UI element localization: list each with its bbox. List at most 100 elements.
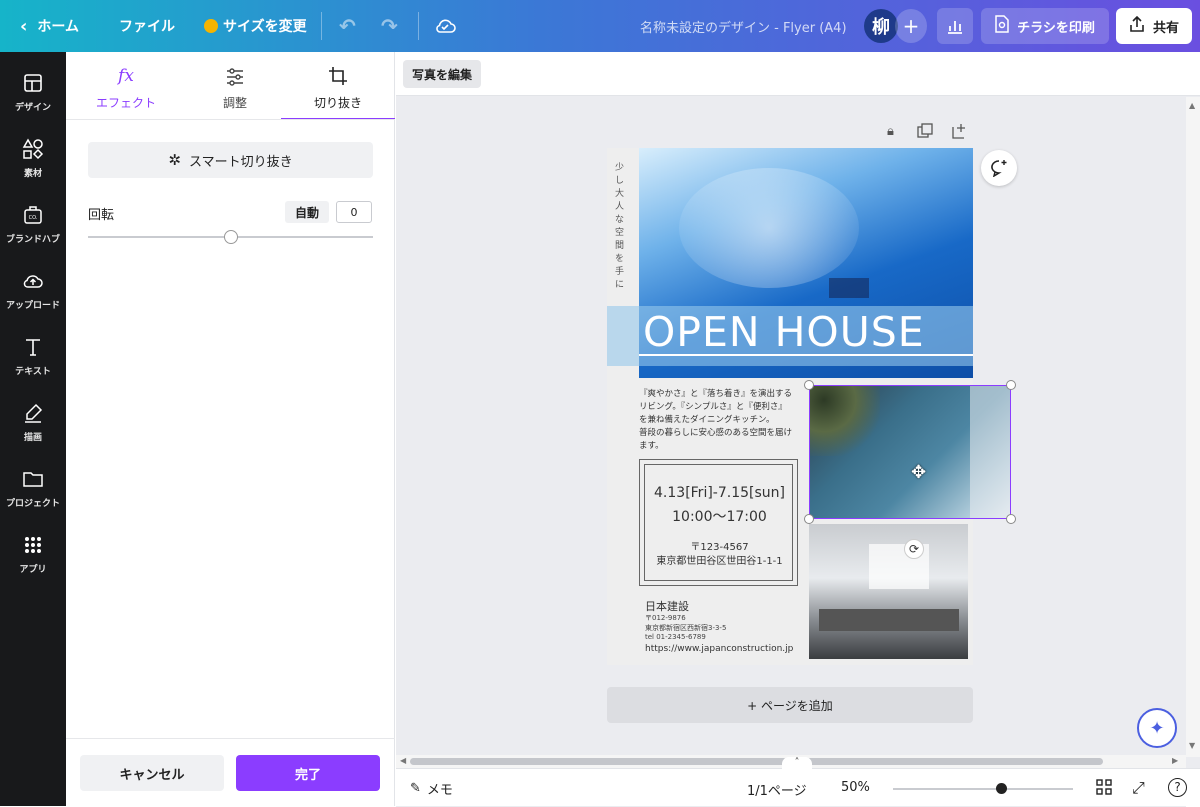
brand-icon: CO. bbox=[24, 206, 42, 224]
file-menu[interactable]: ファイル bbox=[119, 0, 175, 52]
pen-icon bbox=[25, 403, 43, 423]
nav-design[interactable]: デザイン bbox=[0, 64, 66, 124]
cloud-upload-icon bbox=[23, 275, 43, 288]
nav-upload[interactable]: アップロード bbox=[0, 262, 66, 322]
nav-apps[interactable]: アプリ bbox=[0, 526, 66, 586]
vertical-scrollbar[interactable]: ▲ ▼ bbox=[1186, 97, 1200, 757]
nav-upload-label: アップロード bbox=[5, 301, 60, 311]
crop-handle-bottom-left[interactable] bbox=[804, 514, 814, 524]
tab-crop[interactable]: 切り抜き bbox=[281, 52, 395, 120]
grid-view-icon[interactable] bbox=[1096, 779, 1114, 797]
scroll-down-arrow-icon[interactable]: ▼ bbox=[1189, 741, 1195, 750]
undo-icon[interactable]: ↶ bbox=[339, 0, 356, 52]
nav-projects[interactable]: プロジェクト bbox=[0, 460, 66, 520]
add-page-icon[interactable] bbox=[951, 123, 967, 139]
headline-underline bbox=[639, 354, 973, 356]
tab-effects-label: エフェクト bbox=[95, 96, 156, 110]
event-hours: 10:00〜17:00 bbox=[672, 509, 767, 525]
analytics-icon[interactable] bbox=[937, 8, 973, 44]
duplicate-icon[interactable] bbox=[917, 123, 933, 139]
crop-handle-top-right[interactable] bbox=[1006, 380, 1016, 390]
resize-button[interactable]: サイズを変更 bbox=[204, 0, 307, 52]
add-page-button[interactable]: + ページを追加 bbox=[607, 687, 973, 723]
tab-adjust[interactable]: 調整 bbox=[183, 52, 287, 120]
done-button[interactable]: 完了 bbox=[236, 755, 380, 791]
headline-open-house[interactable]: OPEN HOUSE bbox=[643, 308, 925, 356]
tab-effects[interactable]: fx エフェクト bbox=[74, 52, 178, 120]
home-label: ホーム bbox=[37, 19, 80, 35]
auto-rotate-button[interactable]: 自動 bbox=[285, 201, 329, 223]
redo-icon[interactable]: ↷ bbox=[381, 0, 398, 52]
notes-button[interactable]: ✎ メモ bbox=[410, 779, 453, 798]
company-name[interactable]: 日本建設 bbox=[645, 598, 689, 614]
event-dates: 4.13[Fri]-7.15[sun] bbox=[654, 485, 785, 501]
folder-icon bbox=[23, 472, 43, 487]
layout-icon bbox=[24, 74, 42, 92]
company-url[interactable]: https://www.japanconstruction.jp bbox=[645, 644, 793, 654]
zoom-slider-thumb[interactable] bbox=[996, 783, 1007, 794]
body-line: 『爽やかさ』と『落ち着き』を演出する bbox=[639, 389, 793, 399]
date-frame[interactable]: 4.13[Fri]-7.15[sun] 10:00〜17:00 〒123-456… bbox=[639, 459, 798, 586]
side-panel: fx エフェクト 調整 切り抜き ✲ スマート切り抜き 回転 自動 0 キャンセ… bbox=[66, 52, 395, 806]
company-address[interactable]: 東京都新宿区西新宿3-3-5 bbox=[645, 623, 726, 633]
print-flyer-button[interactable]: チラシを印刷 bbox=[981, 8, 1109, 44]
apps-grid-icon bbox=[25, 537, 41, 553]
notes-label: メモ bbox=[426, 783, 453, 798]
shapes-icon bbox=[22, 138, 44, 160]
rotation-value-input[interactable]: 0 bbox=[336, 201, 372, 223]
notes-icon: ✎ bbox=[410, 781, 421, 796]
crop-handle-top-left[interactable] bbox=[804, 380, 814, 390]
nav-brand-hub-label: ブランドハブ bbox=[5, 235, 60, 245]
vertical-tagline[interactable]: 少し大人な空間を手に bbox=[615, 162, 629, 292]
nav-elements[interactable]: 素材 bbox=[0, 130, 66, 190]
zoom-slider-track[interactable] bbox=[893, 788, 1073, 790]
home-button[interactable]: ‹ ホーム bbox=[20, 0, 79, 52]
svg-text:CO.: CO. bbox=[29, 215, 38, 221]
scroll-right-arrow-icon[interactable]: ▶ bbox=[1172, 756, 1178, 765]
avatar[interactable]: 柳 bbox=[864, 9, 898, 43]
crown-icon bbox=[204, 19, 218, 33]
nav-text[interactable]: テキスト bbox=[0, 328, 66, 388]
move-icon[interactable]: ✥ bbox=[911, 462, 926, 483]
smart-crop-label: スマート切り抜き bbox=[188, 154, 293, 170]
kitchen-photo[interactable] bbox=[809, 524, 968, 659]
smart-crop-button[interactable]: ✲ スマート切り抜き bbox=[88, 142, 373, 178]
scroll-up-arrow-icon[interactable]: ▲ bbox=[1189, 101, 1195, 110]
edit-photo-button[interactable]: 写真を編集 bbox=[403, 60, 481, 88]
help-icon[interactable]: ? bbox=[1168, 778, 1187, 797]
nav-brand-hub[interactable]: CO. ブランドハブ bbox=[0, 196, 66, 256]
lock-icon[interactable]: 🔒︎ bbox=[887, 124, 894, 139]
document-title[interactable]: 名称未設定のデザイン - Flyer (A4) bbox=[640, 0, 847, 52]
file-label: ファイル bbox=[119, 19, 175, 35]
left-navigation: デザイン 素材 CO. ブランドハブ アップロード テキスト 描画 プロジェクト… bbox=[0, 52, 66, 806]
body-line: を兼ね備えたダイニングキッチン。 bbox=[639, 415, 775, 425]
company-postal[interactable]: 〒012-9876 bbox=[645, 613, 686, 623]
event-address: 東京都世田谷区世田谷1-1-1 bbox=[656, 556, 783, 567]
nav-design-label: デザイン bbox=[14, 103, 51, 113]
cloud-save-icon[interactable] bbox=[434, 0, 456, 52]
page-count[interactable]: 1/1ページ bbox=[747, 780, 807, 799]
company-tel[interactable]: tel 01-2345-6789 bbox=[645, 633, 706, 641]
chevron-left-icon: ‹ bbox=[20, 15, 28, 37]
countertop-shape bbox=[819, 609, 959, 631]
chevron-up-icon[interactable]: ˄ bbox=[782, 757, 812, 771]
fullscreen-icon[interactable]: ⤢ bbox=[1132, 778, 1145, 798]
resize-label: サイズを変更 bbox=[223, 19, 307, 35]
scroll-left-arrow-icon[interactable]: ◀ bbox=[400, 756, 406, 765]
rotation-slider-thumb[interactable] bbox=[223, 230, 238, 244]
add-comment-icon[interactable] bbox=[981, 150, 1017, 186]
zoom-level[interactable]: 50% bbox=[841, 780, 870, 795]
cancel-button[interactable]: キャンセル bbox=[80, 755, 224, 791]
magic-assistant-icon[interactable]: ✦ bbox=[1137, 708, 1177, 748]
share-label: 共有 bbox=[1152, 20, 1179, 36]
nav-draw-label: 描画 bbox=[23, 433, 42, 443]
horizontal-scroll-thumb[interactable] bbox=[410, 758, 1103, 765]
divider bbox=[418, 12, 419, 40]
rotate-handle-icon[interactable]: ⟳ bbox=[904, 539, 924, 559]
body-text-block[interactable]: 『爽やかさ』と『落ち着き』を演出する リビング。『シンプルさ』と『便利さ』 を兼… bbox=[639, 388, 804, 453]
crop-handle-bottom-right[interactable] bbox=[1006, 514, 1016, 524]
share-button[interactable]: 共有 bbox=[1116, 8, 1192, 44]
nav-draw[interactable]: 描画 bbox=[0, 394, 66, 454]
selected-ocean-photo[interactable] bbox=[809, 385, 1011, 519]
invite-plus-icon[interactable]: + bbox=[895, 9, 927, 43]
